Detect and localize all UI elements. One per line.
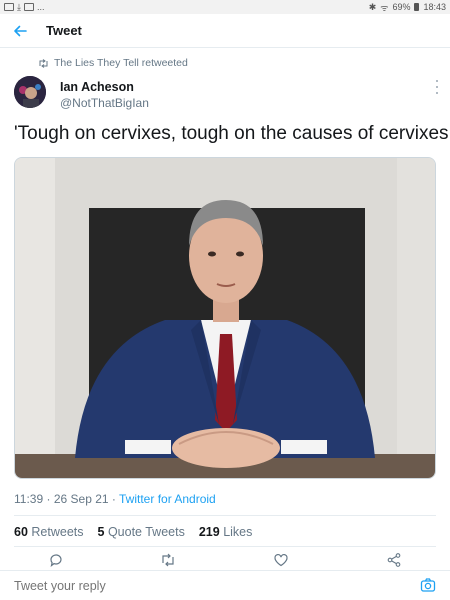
clock: 18:43: [423, 2, 446, 12]
retweet-context-label: The Lies They Tell retweeted: [54, 57, 188, 69]
status-bar: ⤓ ... ✱ ᯤ 69% 18:43: [0, 0, 450, 14]
app-bar: Tweet: [0, 14, 450, 48]
likes-count: 219: [198, 525, 220, 539]
retweet-context[interactable]: The Lies They Tell retweeted: [38, 57, 188, 69]
more-dots-icon: ...: [36, 2, 45, 12]
action-bar: [0, 552, 450, 570]
divider: [14, 515, 436, 516]
likes-label: Likes: [223, 525, 253, 539]
quotes-label: Quote Tweets: [107, 525, 185, 539]
status-bar-left: ⤓ ...: [4, 2, 45, 13]
divider: [14, 546, 436, 547]
like-icon[interactable]: [273, 552, 289, 568]
quotes-count: 5: [97, 525, 105, 539]
camera-icon[interactable]: [420, 577, 436, 593]
avatar[interactable]: [14, 76, 46, 108]
meta-separator: ·: [111, 492, 116, 506]
tweet-date: 26 Sep 21: [53, 492, 109, 506]
share-icon[interactable]: [386, 552, 402, 568]
tweet-stats: 60 Retweets 5 Quote Tweets 219 Likes: [14, 525, 252, 539]
status-bar-right: ✱ ᯤ 69% 18:43: [369, 1, 446, 14]
more-options-icon[interactable]: [434, 80, 440, 94]
image-icon: [23, 3, 34, 11]
bluetooth-icon: ✱: [368, 1, 377, 12]
reply-icon[interactable]: [48, 552, 64, 568]
page-title: Tweet: [46, 23, 82, 38]
likes-stat[interactable]: 219 Likes: [199, 525, 253, 539]
tweet-media[interactable]: [14, 157, 436, 479]
retweet-action-icon[interactable]: [160, 552, 176, 568]
tweet-source-link[interactable]: Twitter for Android: [119, 492, 216, 506]
battery-icon: [414, 3, 420, 11]
tweet-photo: [15, 158, 435, 478]
download-icon: ⤓: [17, 1, 21, 12]
back-arrow-icon: [14, 25, 27, 36]
tweet-meta: 11:39 · 26 Sep 21 · Twitter for Android: [14, 492, 216, 506]
retweets-stat[interactable]: 60 Retweets: [14, 525, 84, 539]
reply-bar: [0, 570, 450, 600]
battery-percent: 69%: [392, 2, 411, 12]
retweets-count: 60: [14, 525, 28, 539]
reply-input[interactable]: [14, 578, 394, 593]
retweets-label: Retweets: [31, 525, 84, 539]
avatar-image: [14, 76, 46, 108]
retweet-icon: [39, 58, 48, 68]
author-handle[interactable]: @NotThatBigIan: [60, 96, 149, 110]
author-name[interactable]: Ian Acheson: [60, 80, 134, 94]
quotes-stat[interactable]: 5 Quote Tweets: [98, 525, 185, 539]
tweet-time: 11:39: [14, 492, 44, 506]
tweet-text: 'Tough on cervixes, tough on the causes …: [14, 123, 450, 144]
meta-separator: ·: [46, 492, 51, 506]
back-button[interactable]: [0, 14, 40, 48]
wifi-icon: ᯤ: [380, 2, 389, 13]
mail-icon: [4, 3, 14, 11]
